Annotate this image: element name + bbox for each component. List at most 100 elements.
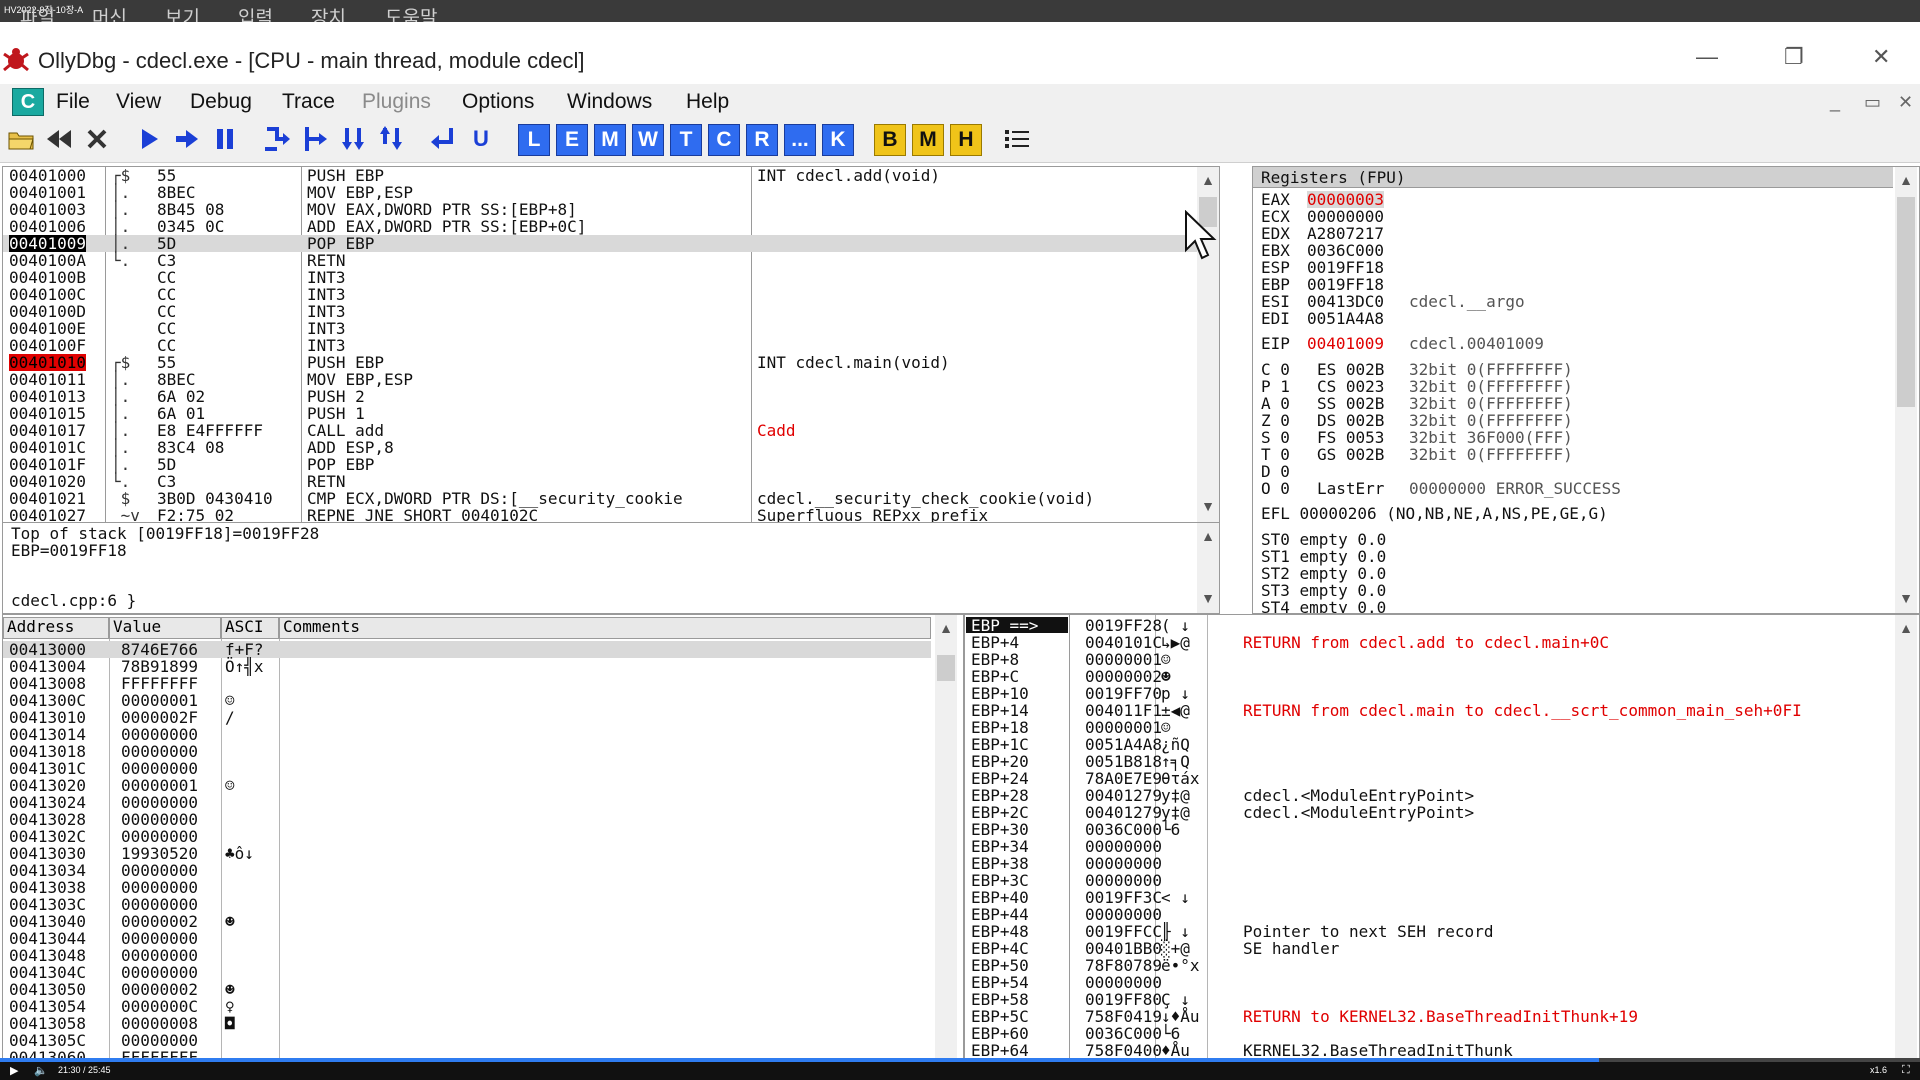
stack-row[interactable]: EBP+50 78F80789 ë•°x [965,957,1895,974]
toolbar-breakpoints-button[interactable]: B [874,124,906,156]
disasm-row[interactable]: 00401015 │. 6A 01 PUSH 1 [3,405,1197,422]
dump-row[interactable]: 00413040 00000002 ☻ [3,913,931,930]
dump-header-value[interactable]: Value [109,617,221,639]
trace-into-icon[interactable] [338,124,368,154]
toolbar-run-trace-button[interactable]: ... [784,124,816,156]
dump-row[interactable]: 0041302C 00000000 [3,828,931,845]
stack-row[interactable]: EBP+4C 00401BB0 ░+@ SE handler [965,940,1895,957]
flag-value[interactable]: C 0 [1261,361,1290,378]
register-value-eip[interactable]: 00401009 [1307,335,1384,352]
toolbar-hardware-breakpoints-button[interactable]: H [950,124,982,156]
disasm-row[interactable]: 00401000 ┌$ 55 PUSH EBP INT cdecl.add(void) [3,167,1197,184]
dump-row[interactable]: 00413034 00000000 [3,862,931,879]
close-icon[interactable] [82,124,112,154]
segment-register[interactable]: LastErr [1317,480,1384,497]
disassembly-pane[interactable]: 00401000 ┌$ 55 PUSH EBP INT cdecl.add(void) 0… [2,166,1220,524]
dump-row[interactable]: 0041301C 00000000 [3,760,931,777]
disasm-row[interactable]: 00401009 │. 5D POP EBP [3,235,1197,252]
close-button[interactable]: ✕ [1872,44,1890,70]
dump-header-comments[interactable]: Comments [279,617,931,639]
stack-row[interactable]: EBP+64 758F0400 ♦Åu KERNEL32.BaseThreadInit… [965,1042,1895,1059]
disasm-row[interactable]: 0040100E CC INT3 [3,320,1197,337]
registers-pane[interactable]: Registers (FPU) EAX 00000003 ECX 00000000 ED… [1252,166,1920,614]
scroll-up-icon[interactable]: ▲ [1197,169,1219,191]
stack-row[interactable]: EBP+18 00000001 ☺ [965,719,1895,736]
stack-row[interactable]: EBP ==> 0019FF28( ↓ [965,617,1895,634]
disasm-row[interactable]: 0040100A └. C3 RETN [3,252,1197,269]
scroll-down-icon[interactable]: ▼ [1197,495,1219,517]
scroll-down-icon[interactable]: ▼ [1197,587,1219,609]
dump-row[interactable]: 00413050 00000002 ☻ [3,981,931,998]
flag-value[interactable]: S 0 [1261,429,1290,446]
disasm-row[interactable]: 0040101C │. 83C4 08 ADD ESP,8 [3,439,1197,456]
dump-row[interactable]: 00413024 00000000 [3,794,931,811]
dump-row[interactable]: 00413020 00000001 ☺ [3,777,931,794]
flag-value[interactable]: T 0 [1261,446,1290,463]
pause-icon[interactable] [210,124,240,154]
menu-debug[interactable]: Debug [190,90,252,114]
fpu-register[interactable]: ST2 empty 0.0 [1261,565,1386,582]
stack-row[interactable]: EBP+5C 758F0419 ↓♦Åu RETURN to KERNEL32.Bas… [965,1008,1895,1025]
dump-row[interactable]: 00413030 19930520 ♣ô↓ [3,845,931,862]
menu-view[interactable]: View [116,90,161,114]
dump-row[interactable]: 0041303C 00000000 [3,896,931,913]
list-icon[interactable] [1002,124,1032,154]
registers-scrollbar[interactable]: ▲ ▼ [1895,167,1917,613]
eflags-value[interactable]: EFL 00000206 (NO,NB,NE,A,NS,PE,GE,G) [1261,505,1608,522]
rewind-icon[interactable] [44,124,74,154]
scroll-up-icon[interactable]: ▲ [935,617,957,639]
stack-row[interactable]: EBP+1C 0051A4A8 ¿ñQ [965,736,1895,753]
menu-plugins[interactable]: Plugins [362,90,431,114]
fpu-register[interactable]: ST0 empty 0.0 [1261,531,1386,548]
disasm-row[interactable]: 00401013 │. 6A 02 PUSH 2 [3,388,1197,405]
minimize-button[interactable]: — [1696,44,1718,70]
stack-row[interactable]: EBP+40 0019FF3C < ↓ [965,889,1895,906]
stack-row[interactable]: EBP+14 004011F1 ±◀@ RETURN from cdecl.main … [965,702,1895,719]
stack-row[interactable]: EBP+24 78A0E7E9 θτáx [965,770,1895,787]
disasm-row[interactable]: 00401001 │. 8BEC MOV EBP,ESP [3,184,1197,201]
toolbar-threads-button[interactable]: T [670,124,702,156]
dump-header-address[interactable]: Address [3,617,109,639]
run-icon[interactable] [134,124,164,154]
segment-register[interactable]: SS 002B [1317,395,1384,412]
toolbar-log-button[interactable]: L [518,124,550,156]
stack-row[interactable]: EBP+10 0019FF70 p ↓ [965,685,1895,702]
info-scrollbar[interactable]: ▲ ▼ [1197,523,1219,613]
segment-register[interactable]: DS 002B [1317,412,1384,429]
dump-row[interactable]: 00413010 0000002F / [3,709,931,726]
dump-row[interactable]: 00413028 00000000 [3,811,931,828]
flag-value[interactable]: Z 0 [1261,412,1290,429]
fullscreen-icon[interactable]: ⛶ [1902,1064,1910,1077]
stack-scrollbar[interactable]: ▲ [1895,615,1917,1059]
register-value-ebp[interactable]: 0019FF18 [1307,276,1384,293]
segment-register[interactable]: FS 0053 [1317,429,1384,446]
flag-value[interactable]: A 0 [1261,395,1290,412]
stack-row[interactable]: EBP+38 00000000 [965,855,1895,872]
stack-row[interactable]: EBP+60 0036C000 └6 [965,1025,1895,1042]
register-value-edx[interactable]: A2807217 [1307,225,1384,242]
stack-row[interactable]: EBP+48 0019FFCC ╟ ↓ Pointer to next SEH rec… [965,923,1895,940]
mdi-restore-button[interactable]: ▭ [1864,92,1881,113]
stack-pane[interactable]: EBP ==> 0019FF28( ↓ EBP+4 0040101C ↳▶@ RETURN… [964,614,1920,1060]
playback-speed[interactable]: x1.6 [1870,1065,1887,1075]
execute-till-return-icon[interactable] [428,124,458,154]
disasm-row[interactable]: 00401017 │. E8 E4FFFFFF CALL add Cadd [3,422,1197,439]
stack-row[interactable]: EBP+54 00000000 [965,974,1895,991]
stack-row[interactable]: EBP+20 0051B818 ↑╕Q [965,753,1895,770]
dump-row[interactable]: 00413000 8746E766 f+F? [3,641,931,658]
menu-windows[interactable]: Windows [567,90,652,114]
dump-row[interactable]: 0041304C 00000000 [3,964,931,981]
toolbar-modules-button[interactable]: E [556,124,588,156]
scroll-up-icon[interactable]: ▲ [1895,169,1917,191]
flag-value[interactable]: P 1 [1261,378,1290,395]
stack-row[interactable]: EBP+34 00000000 [965,838,1895,855]
disasm-row[interactable]: 00401021 $3B0D 0430410 CMP ECX,DWORD PTR … [3,490,1197,507]
fpu-register[interactable]: ST3 empty 0.0 [1261,582,1386,599]
dump-row[interactable]: 0041300C 00000001 ☺ [3,692,931,709]
dump-row[interactable]: 00413044 00000000 [3,930,931,947]
stack-row[interactable]: EBP+8 00000001 ☺ [965,651,1895,668]
mdi-minimize-button[interactable]: _ [1830,92,1840,113]
disasm-row[interactable]: 0040100D CC INT3 [3,303,1197,320]
register-value-esi[interactable]: 00413DC0 [1307,293,1384,310]
play-icon[interactable]: ▶ [10,1064,18,1077]
